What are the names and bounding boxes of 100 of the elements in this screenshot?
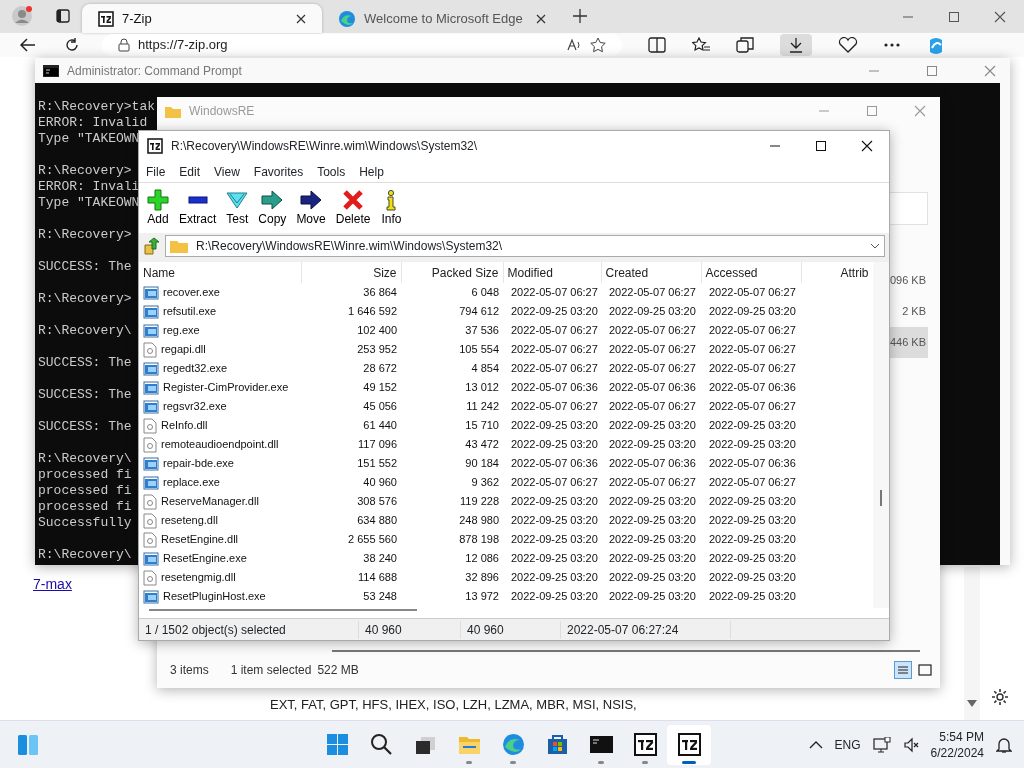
settings-icon[interactable] (991, 688, 1009, 706)
file-size-text: 2 KB (901, 304, 927, 320)
table-cell-text: 2022-05-07 06:36 (708, 456, 797, 472)
widgets-icon[interactable] (16, 732, 40, 757)
toolbar-button[interactable]: Move (292, 189, 330, 227)
toolbar-button[interactable]: Extract (175, 189, 221, 227)
folder-up-icon[interactable] (143, 237, 161, 255)
menu-item[interactable]: View (207, 160, 247, 183)
menu-item[interactable]: Edit (172, 160, 208, 183)
page-scrollbar[interactable] (964, 567, 980, 720)
browser-tab[interactable]: 7-Zip (82, 4, 322, 33)
menu-item[interactable]: Tools (310, 160, 353, 183)
toolbar-button[interactable]: Info (376, 189, 407, 227)
file-name[interactable]: ReInfo.dll (161, 417, 208, 434)
file-name[interactable]: replace.exe (163, 474, 220, 491)
table-cell-text: 2022-09-25 03:20 (608, 437, 697, 453)
toolbar-button[interactable]: Delete (331, 189, 375, 227)
close-icon[interactable] (296, 13, 306, 24)
details-view-icon[interactable] (894, 661, 912, 679)
file-name[interactable]: regsvr32.exe (163, 398, 227, 415)
column-header[interactable]: Accessed (701, 262, 801, 283)
toolbar-button[interactable]: Test (222, 189, 253, 227)
more-icon[interactable] (884, 43, 900, 47)
taskbar-app[interactable] (667, 724, 711, 765)
clock-date[interactable]: 6/22/2024 (930, 744, 984, 761)
collections-icon[interactable] (736, 37, 754, 53)
table-cell-text: 2022-05-07 06:27 (608, 399, 697, 415)
horizontal-scrollbar[interactable] (149, 609, 417, 611)
chevron-down-icon[interactable] (870, 243, 880, 249)
column-header[interactable]: Name (139, 262, 301, 283)
table-cell-text: 2022-05-07 06:27 (510, 342, 599, 358)
close-icon[interactable] (536, 13, 546, 24)
notification-bell-icon[interactable] (996, 735, 1012, 754)
exe-file-icon (143, 379, 159, 396)
table-cell-text: 45 056 (362, 399, 398, 415)
clock-time[interactable]: 5:54 PM (939, 728, 984, 745)
menu-item[interactable]: File (139, 160, 173, 183)
table-cell: 2022-05-07 06:27 (701, 283, 801, 302)
column-header[interactable]: Packed Size (401, 262, 503, 283)
search-field[interactable] (890, 192, 928, 225)
back-arrow-icon[interactable] (20, 38, 36, 52)
file-name[interactable]: ResetPluginHost.exe (163, 588, 266, 605)
favorites-icon[interactable] (692, 37, 710, 53)
menu-item[interactable]: Help (352, 160, 391, 183)
read-aloud-icon[interactable] (566, 38, 582, 52)
avatar-icon[interactable] (11, 4, 33, 27)
file-name[interactable]: Register-CimProvider.exe (163, 379, 289, 396)
file-name[interactable]: remoteaudioendpoint.dll (161, 436, 279, 453)
horizontal-scrollbar[interactable] (332, 650, 920, 652)
file-name[interactable]: regedt32.exe (163, 360, 228, 377)
chevron-up-icon[interactable] (808, 740, 823, 749)
browser-tab[interactable]: Welcome to Microsoft Edge (322, 4, 562, 33)
file-name[interactable]: regapi.dll (161, 341, 206, 358)
file-name[interactable]: repair-bde.exe (163, 455, 234, 472)
table-cell-text: 2022-09-25 03:20 (510, 589, 599, 605)
page-link[interactable]: 7-max (33, 574, 72, 595)
table-cell-text: 43 472 (464, 437, 500, 453)
toolbar-button[interactable]: Add (143, 189, 173, 227)
file-name[interactable]: refsutil.exe (163, 303, 217, 320)
column-header[interactable]: Modified (503, 262, 601, 283)
volume-muted-icon[interactable] (902, 736, 919, 753)
scroll-thumb[interactable] (880, 490, 882, 506)
tab-actions-icon[interactable] (56, 8, 70, 23)
exe-file-icon (143, 588, 159, 605)
file-name[interactable]: reg.exe (163, 322, 200, 339)
new-tab-icon[interactable] (573, 8, 587, 23)
file-name[interactable]: ResetEngine.dll (161, 531, 239, 548)
table-cell-text: 2022-09-25 03:20 (608, 570, 697, 586)
file-name[interactable]: reseteng.dll (161, 512, 218, 529)
file-name[interactable]: resetengmig.dll (161, 569, 236, 586)
file-name[interactable]: ReserveManager.dll (161, 493, 259, 510)
split-screen-icon[interactable] (648, 37, 666, 53)
table-cell-text: 2022-09-25 03:20 (510, 418, 599, 434)
table-cell-text: 2022-05-07 06:27 (708, 361, 797, 377)
network-icon[interactable] (872, 736, 891, 753)
column-header[interactable]: Size (301, 262, 401, 283)
console-line: SUCCESS: The (38, 259, 132, 275)
table-cell: 2022-05-07 06:27 (503, 283, 601, 302)
tab-favicon-icon (98, 10, 114, 27)
menu-item[interactable]: Favorites (246, 160, 311, 183)
heart-icon[interactable] (838, 37, 858, 53)
star-icon[interactable] (590, 37, 606, 53)
column-header[interactable]: Created (601, 262, 701, 283)
scroll-down-icon[interactable] (967, 700, 977, 707)
x-mark-icon (342, 189, 365, 212)
language-indicator[interactable]: ENG (834, 735, 861, 754)
close-icon[interactable] (861, 140, 873, 152)
exe-file-icon (143, 360, 159, 377)
file-name[interactable]: recover.exe (163, 284, 220, 301)
download-icon[interactable] (789, 37, 803, 53)
maximize-icon[interactable] (815, 140, 827, 152)
refresh-icon[interactable] (64, 37, 80, 53)
tiles-view-icon[interactable] (916, 661, 934, 679)
table-cell-text: 2022-09-25 03:20 (608, 304, 697, 320)
file-name[interactable]: ResetEngine.exe (163, 550, 247, 567)
path-field[interactable]: R:\Recovery\WindowsRE\Winre.wim\Windows\System32\ (165, 235, 885, 257)
console-line: processed fi (38, 467, 132, 483)
console-line: ERROR: Invali (38, 179, 140, 195)
toolbar-button[interactable]: Copy (254, 189, 291, 227)
address-url[interactable]: https://7-zip.org (138, 35, 228, 55)
